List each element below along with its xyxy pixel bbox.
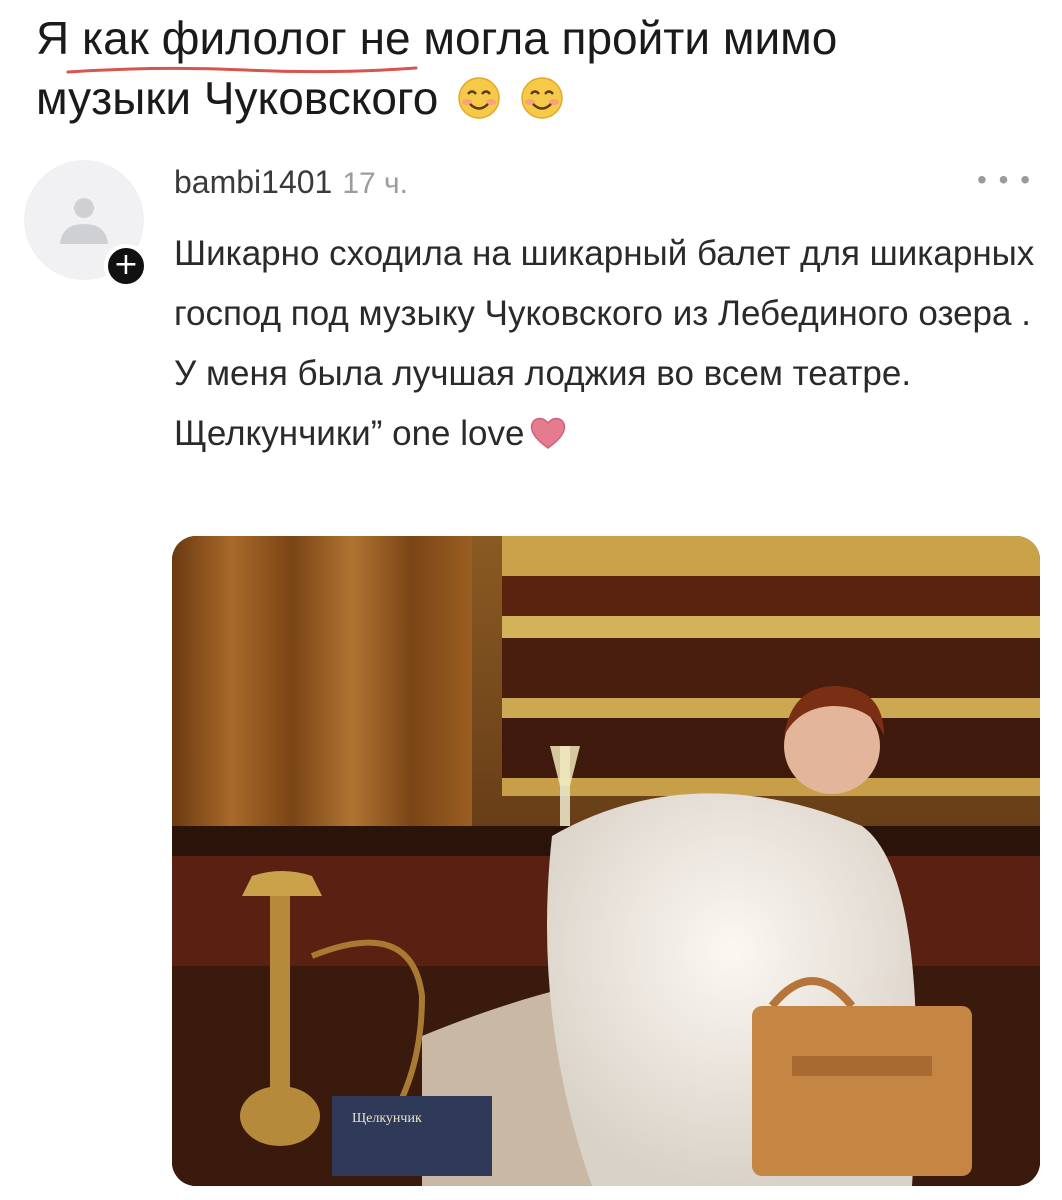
- book-title: Щелкунчик: [352, 1111, 422, 1126]
- post-paragraph-1: Шикарно сходила на шикарный балет для ши…: [174, 234, 1035, 333]
- post-meta: bambi1401 17 ч.: [174, 162, 408, 204]
- caption-line-2-text: музыки Чуковского: [36, 72, 439, 124]
- post-photo[interactable]: Щелкунчик: [172, 536, 1040, 1186]
- post-paragraph-3: Щелкунчики” one love: [174, 404, 1044, 464]
- smiling-face-icon: [458, 77, 500, 119]
- post-time: 17 ч.: [342, 167, 409, 200]
- plus-icon[interactable]: +: [104, 244, 148, 288]
- post-paragraph-2: У меня была лучшая лоджия во всем театре…: [174, 354, 912, 393]
- post-text: Шикарно сходила на шикарный балет для ши…: [174, 224, 1044, 464]
- smiling-face-icon: [521, 77, 563, 119]
- username[interactable]: bambi1401: [174, 164, 332, 200]
- caption-line-1: Я как филолог не могла пройти мимо: [36, 12, 838, 64]
- theatre-photo-illustration: Щелкунчик: [172, 536, 1040, 1186]
- heart-icon: [531, 417, 566, 449]
- comment-post: + bambi1401 17 ч. • • • Шикарно сходила н…: [0, 150, 1062, 1200]
- post-paragraph-3-text: Щелкунчики” one love: [174, 414, 525, 453]
- handwritten-underline: [66, 66, 418, 74]
- more-icon[interactable]: • • •: [977, 164, 1032, 196]
